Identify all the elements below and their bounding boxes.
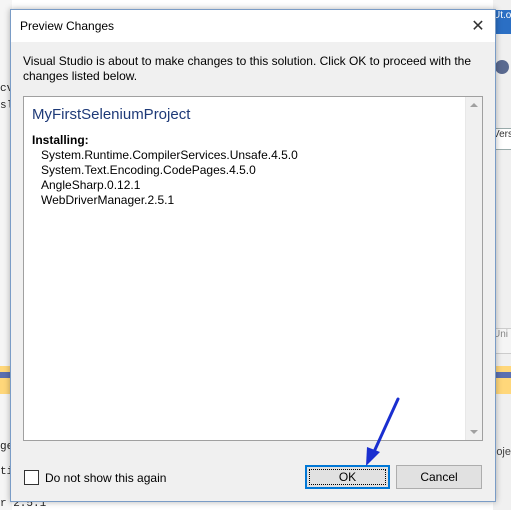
package-item: System.Text.Encoding.CodePages.4.5.0: [41, 163, 256, 177]
package-item: AngleSharp.0.12.1: [41, 178, 141, 192]
installing-label: Installing:: [32, 133, 89, 147]
globe-icon: [495, 60, 509, 74]
cancel-button[interactable]: Cancel: [396, 465, 482, 489]
vertical-scrollbar[interactable]: [465, 97, 482, 440]
ok-button[interactable]: OK: [305, 465, 390, 489]
package-item: WebDriverManager.2.5.1: [41, 193, 175, 207]
project-name: MyFirstSeleniumProject: [32, 106, 191, 123]
package-list: System.Runtime.CompilerServices.Unsafe.4…: [41, 148, 298, 208]
do-not-show-label[interactable]: Do not show this again: [45, 471, 166, 485]
close-icon[interactable]: ✕: [467, 15, 489, 37]
focus-ring: [309, 469, 386, 485]
background-text-fragment: oje: [496, 446, 511, 458]
dialog-titlebar[interactable]: Preview Changes ✕: [11, 10, 495, 42]
dialog-title: Preview Changes: [20, 19, 115, 33]
scroll-up-icon[interactable]: [470, 103, 478, 107]
dialog-message: Visual Studio is about to make changes t…: [23, 54, 472, 83]
changes-panel[interactable]: MyFirstSeleniumProject Installing: Syste…: [23, 96, 483, 441]
scroll-down-icon[interactable]: [470, 430, 478, 434]
do-not-show-checkbox[interactable]: [24, 470, 39, 485]
package-item: System.Runtime.CompilerServices.Unsafe.4…: [41, 148, 298, 162]
cancel-button-label: Cancel: [420, 470, 458, 484]
preview-changes-dialog: Preview Changes ✕ Visual Studio is about…: [10, 9, 496, 502]
